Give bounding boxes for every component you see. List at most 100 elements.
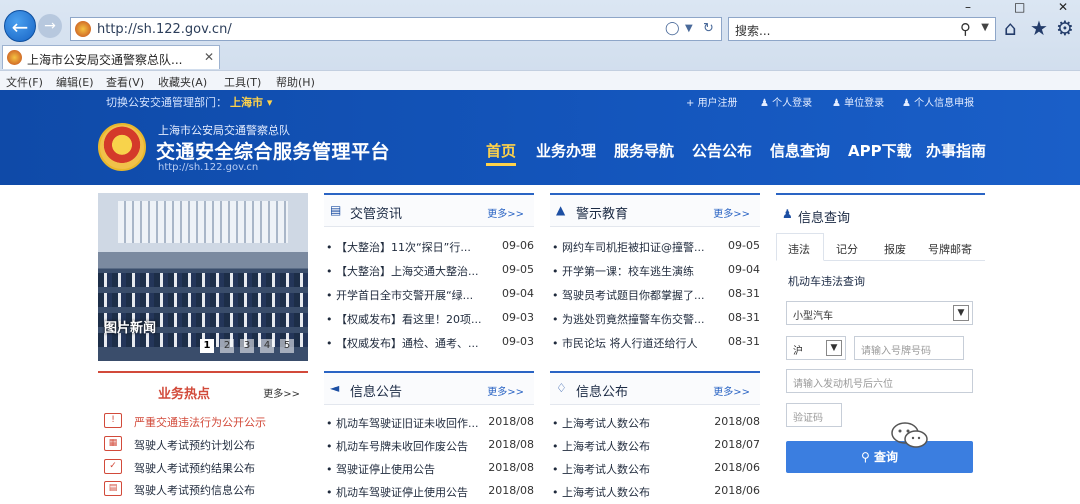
tab-plate-mail[interactable]: 号牌邮寄 bbox=[928, 241, 972, 257]
back-arrow-icon[interactable]: ← bbox=[4, 10, 36, 42]
news-item[interactable]: • 【权威发布】看这里！20项... 09-03 bbox=[324, 307, 534, 331]
banner-page-4[interactable]: 4 bbox=[260, 339, 274, 353]
personal-info-link[interactable]: ♟ 个人信息申报 bbox=[902, 94, 974, 109]
menu-edit[interactable]: 编辑(E) bbox=[56, 74, 94, 90]
publish-item-title[interactable]: • 上海考试人数公布 bbox=[552, 461, 710, 477]
menu-file[interactable]: 文件(F) bbox=[6, 74, 43, 90]
hotspot-item[interactable]: ✓ 驾驶人考试预约结果公布 bbox=[102, 457, 302, 479]
address-text[interactable]: http://sh.122.gov.cn/ bbox=[97, 22, 232, 37]
nav-app-download[interactable]: APP下载 bbox=[848, 140, 912, 161]
publish-item-title[interactable]: • 上海考试人数公布 bbox=[552, 484, 710, 500]
publish-item[interactable]: • 上海考试人数公布 2018/07 bbox=[550, 434, 760, 458]
window-minimize-icon[interactable]: – bbox=[965, 0, 971, 14]
publish-item-title[interactable]: • 上海考试人数公布 bbox=[552, 415, 710, 431]
notice-item-title[interactable]: • 驾驶证停止使用公告 bbox=[326, 461, 484, 477]
warning-item[interactable]: • 网约车司机拒被扣证@撞警... 09-05 bbox=[550, 235, 760, 259]
notice-item-title[interactable]: • 机动车号牌未收回作废公告 bbox=[326, 438, 484, 454]
browser-tab[interactable]: 上海市公安局交通警察总队... ✕ bbox=[2, 45, 220, 69]
warning-item-title[interactable]: • 市民论坛 将人行道还给行人 bbox=[552, 335, 720, 351]
vehicle-type-select[interactable]: 小型汽车 ▼ bbox=[786, 301, 973, 325]
publish-more-link[interactable]: 更多>> bbox=[713, 383, 750, 398]
banner-page-1[interactable]: 1 bbox=[200, 339, 214, 353]
window-close-icon[interactable]: ✕ bbox=[1058, 0, 1068, 14]
hotspot-item-label[interactable]: 驾驶人考试预约信息公布 bbox=[134, 482, 255, 498]
news-more-link[interactable]: 更多>> bbox=[487, 205, 524, 220]
publish-item[interactable]: • 上海考试人数公布 2018/06 bbox=[550, 480, 760, 504]
notice-item[interactable]: • 机动车驾驶证停止使用公告 2018/08 bbox=[324, 480, 534, 504]
engine-number-input[interactable]: 请输入发动机号后六位 bbox=[786, 369, 973, 393]
window-maximize-icon[interactable]: □ bbox=[1014, 0, 1025, 14]
home-icon[interactable]: ⌂ bbox=[1004, 16, 1017, 40]
hotspot-item-label[interactable]: 驾驶人考试预约计划公布 bbox=[134, 437, 255, 453]
hotspot-item-label[interactable]: 严重交通违法行为公开公示 bbox=[134, 414, 266, 430]
hotspot-item[interactable]: ▦ 驾驶人考试预约计划公布 bbox=[102, 434, 302, 456]
nav-info-query[interactable]: 信息查询 bbox=[770, 140, 830, 161]
warning-item-title[interactable]: • 驾驶员考试题目你都掌握了... bbox=[552, 287, 720, 303]
forward-arrow-icon[interactable]: → bbox=[38, 14, 62, 38]
user-register-link[interactable]: + 用户注册 bbox=[686, 94, 738, 109]
hotspot-item-label[interactable]: 驾驶人考试预约结果公布 bbox=[134, 460, 255, 476]
menu-tools[interactable]: 工具(T) bbox=[224, 74, 261, 90]
hotspot-item[interactable]: ▤ 驾驶人考试预约信息公布 bbox=[102, 479, 302, 501]
chevron-down-icon[interactable]: ▼ bbox=[953, 305, 969, 321]
news-item-title[interactable]: • 开学首日全市交警开展“绿... bbox=[326, 287, 486, 303]
notice-more-link[interactable]: 更多>> bbox=[487, 383, 524, 398]
refresh-icon[interactable]: ↻ bbox=[703, 21, 714, 36]
news-item[interactable]: • 【权威发布】通检、通考、... 09-03 bbox=[324, 331, 534, 355]
banner-page-5[interactable]: 5 bbox=[280, 339, 294, 353]
tab-close-icon[interactable]: ✕ bbox=[204, 50, 214, 64]
compat-view-icon[interactable]: ◯ bbox=[665, 21, 680, 36]
tab-violation[interactable]: 违法 bbox=[788, 241, 810, 257]
nav-home[interactable]: 首页 bbox=[486, 140, 516, 161]
news-item-title[interactable]: • 【权威发布】通检、通考、... bbox=[326, 335, 486, 351]
plate-prefix-select[interactable]: 沪 ▼ bbox=[786, 336, 846, 360]
banner-page-2[interactable]: 2 bbox=[220, 339, 234, 353]
news-item[interactable]: • 【大整治】上海交通大整治... 09-05 bbox=[324, 259, 534, 283]
browser-search-box[interactable]: 搜索... ⚲ ▼ bbox=[728, 17, 996, 41]
news-banner-image[interactable]: 图片新闻 bbox=[98, 193, 308, 361]
switch-city-dropdown[interactable]: 上海市 ▾ bbox=[230, 94, 272, 110]
captcha-input[interactable]: 验证码 bbox=[786, 403, 842, 427]
plate-number-input[interactable]: 请输入号牌号码 bbox=[854, 336, 964, 360]
address-dropdown-icon[interactable]: ▼ bbox=[685, 23, 693, 34]
favorites-star-icon[interactable]: ★ bbox=[1030, 16, 1048, 40]
news-item-title[interactable]: • 【大整治】11次“探日”行... bbox=[326, 239, 486, 255]
warning-item[interactable]: • 驾驶员考试题目你都掌握了... 08-31 bbox=[550, 283, 760, 307]
warning-item-title[interactable]: • 开学第一课：校车逃生演练 bbox=[552, 263, 720, 279]
notice-item[interactable]: • 驾驶证停止使用公告 2018/08 bbox=[324, 457, 534, 481]
menu-view[interactable]: 查看(V) bbox=[106, 74, 144, 90]
search-dropdown-icon[interactable]: ▼ bbox=[981, 22, 989, 33]
notice-item[interactable]: • 机动车号牌未收回作废公告 2018/08 bbox=[324, 434, 534, 458]
publish-item[interactable]: • 上海考试人数公布 2018/08 bbox=[550, 411, 760, 435]
menu-favorites[interactable]: 收藏夹(A) bbox=[158, 74, 207, 90]
warning-item[interactable]: • 为逃处罚竟然撞警车伤交警... 08-31 bbox=[550, 307, 760, 331]
nav-announcements[interactable]: 公告公布 bbox=[692, 140, 752, 161]
hotspot-more-link[interactable]: 更多>> bbox=[263, 385, 300, 400]
hotspot-item[interactable]: ! 严重交通违法行为公开公示 bbox=[102, 411, 302, 433]
tab-scrap[interactable]: 报废 bbox=[884, 241, 906, 257]
nav-business[interactable]: 业务办理 bbox=[536, 140, 596, 161]
settings-gear-icon[interactable]: ⚙ bbox=[1056, 16, 1074, 40]
news-item-title[interactable]: • 【大整治】上海交通大整治... bbox=[326, 263, 486, 279]
unit-login-link[interactable]: ♟ 单位登录 bbox=[832, 94, 884, 109]
address-bar[interactable]: http://sh.122.gov.cn/ ◯ ▼ ↻ bbox=[70, 17, 722, 41]
news-item[interactable]: • 【大整治】11次“探日”行... 09-06 bbox=[324, 235, 534, 259]
chevron-down-icon[interactable]: ▼ bbox=[826, 340, 842, 356]
notice-item-title[interactable]: • 机动车驾驶证旧证未收回作... bbox=[326, 415, 484, 431]
tab-points[interactable]: 记分 bbox=[836, 241, 858, 257]
warning-item[interactable]: • 开学第一课：校车逃生演练 09-04 bbox=[550, 259, 760, 283]
publish-item-title[interactable]: • 上海考试人数公布 bbox=[552, 438, 710, 454]
banner-page-3[interactable]: 3 bbox=[240, 339, 254, 353]
nav-guide[interactable]: 办事指南 bbox=[926, 140, 986, 161]
notice-item[interactable]: • 机动车驾驶证旧证未收回作... 2018/08 bbox=[324, 411, 534, 435]
publish-item[interactable]: • 上海考试人数公布 2018/06 bbox=[550, 457, 760, 481]
query-button[interactable]: ⚲ 查询 bbox=[786, 441, 973, 473]
menu-help[interactable]: 帮助(H) bbox=[276, 74, 315, 90]
warning-item-title[interactable]: • 网约车司机拒被扣证@撞警... bbox=[552, 239, 720, 255]
warning-more-link[interactable]: 更多>> bbox=[713, 205, 750, 220]
warning-item-title[interactable]: • 为逃处罚竟然撞警车伤交警... bbox=[552, 311, 720, 327]
warning-item[interactable]: • 市民论坛 将人行道还给行人 08-31 bbox=[550, 331, 760, 355]
personal-login-link[interactable]: ♟ 个人登录 bbox=[760, 94, 812, 109]
news-item[interactable]: • 开学首日全市交警开展“绿... 09-04 bbox=[324, 283, 534, 307]
nav-service-guide[interactable]: 服务导航 bbox=[614, 140, 674, 161]
